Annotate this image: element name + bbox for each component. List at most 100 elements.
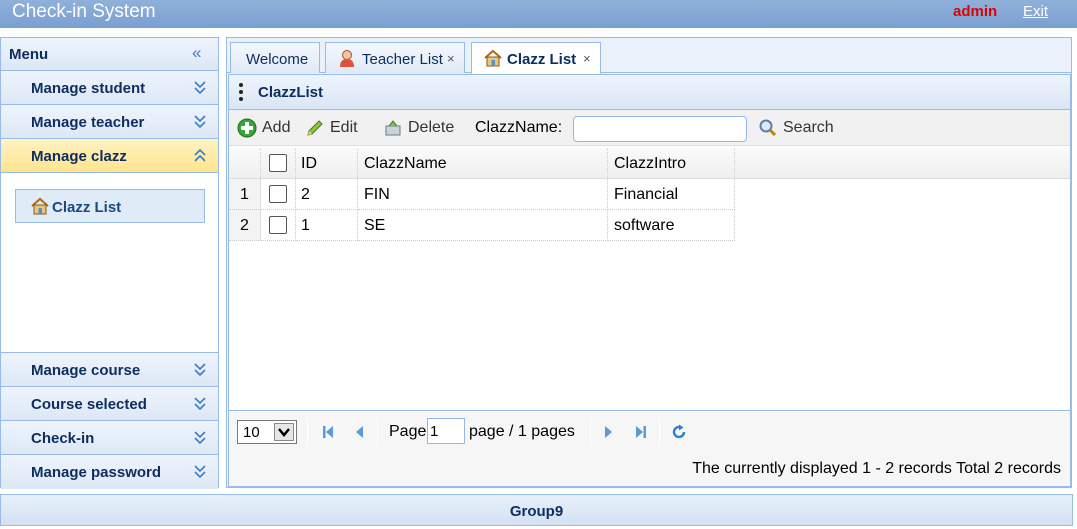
table-row[interactable]: 2 1 SE software [229, 210, 735, 241]
panel-header: ClazzList [229, 75, 1070, 110]
tab-teacher-list[interactable]: Teacher List × [325, 42, 465, 73]
sidebar-item-manage-student[interactable]: Manage student [1, 71, 218, 105]
menu-dots-icon [239, 83, 243, 103]
tab-strip: Welcome Teacher List × Clazz List × [227, 38, 1071, 74]
separator [307, 417, 308, 447]
cell-id: 1 [296, 210, 358, 241]
app-title: Check-in System [12, 1, 156, 22]
delete-label: Delete [408, 119, 455, 136]
clazzname-input[interactable] [573, 116, 747, 142]
row-checkbox[interactable] [269, 216, 287, 234]
edit-label: Edit [330, 119, 358, 136]
table-row[interactable]: 1 2 FIN Financial [229, 179, 735, 210]
current-user: admin [953, 3, 998, 20]
chevron-up-icon [194, 148, 206, 162]
row-number: 2 [229, 210, 261, 241]
pencil-icon [307, 120, 323, 136]
page-number-input[interactable] [427, 418, 465, 444]
sidebar-menu: Menu « Manage student Manage teacher Man… [0, 37, 219, 489]
edit-button[interactable]: Edit [305, 118, 358, 138]
next-page-icon[interactable] [603, 424, 615, 440]
sidebar-subitem-label: Clazz List [52, 199, 122, 216]
cell-clazzname: SE [358, 210, 608, 241]
close-icon[interactable]: × [583, 51, 591, 66]
row-checkbox[interactable] [269, 185, 287, 203]
page-size-select[interactable]: 10 [237, 420, 297, 444]
panel-title: ClazzList [258, 84, 324, 101]
clazz-table: ID ClazzName ClazzIntro 1 2 FIN Financia… [229, 148, 1070, 410]
refresh-icon[interactable] [671, 424, 687, 440]
column-header-clazzname[interactable]: ClazzName [358, 148, 608, 179]
add-icon [237, 118, 257, 138]
sidebar-item-manage-clazz[interactable]: Manage clazz [1, 139, 218, 173]
sidebar-subitem-clazz-list[interactable]: Clazz List [15, 189, 205, 223]
home-icon [484, 49, 502, 67]
sidebar-item-label: Manage course [31, 362, 141, 379]
sidebar-item-label: Manage password [31, 464, 162, 481]
sidebar-item-manage-course[interactable]: Manage course [1, 353, 218, 387]
chevron-down-icon [194, 465, 206, 479]
sidebar-item-manage-teacher[interactable]: Manage teacher [1, 105, 218, 139]
delete-button[interactable]: Delete [383, 118, 454, 138]
sidebar-item-label: Course selected [31, 396, 147, 413]
teacher-icon [340, 50, 354, 67]
tab-clazz-list[interactable]: Clazz List × [471, 42, 601, 74]
sidebar-item-label: Check-in [31, 430, 95, 447]
app-header: Check-in System admin Exit [0, 0, 1077, 28]
page-size-value: 10 [243, 424, 260, 441]
footer: Group9 [0, 494, 1073, 526]
add-button[interactable]: Add [237, 118, 290, 138]
sidebar-item-label: Manage student [31, 80, 146, 97]
row-select-cell [261, 210, 296, 241]
column-header-clazzintro[interactable]: ClazzIntro [608, 148, 735, 179]
first-page-icon[interactable] [321, 424, 335, 440]
close-icon[interactable]: × [447, 51, 455, 66]
last-page-icon[interactable] [634, 424, 648, 440]
row-select-cell [261, 179, 296, 210]
footer-text: Group9 [509, 503, 564, 520]
column-header-id[interactable]: ID [296, 148, 358, 179]
collapse-left-icon[interactable]: « [192, 43, 201, 63]
select-all-checkbox[interactable] [269, 154, 287, 172]
select-all-cell [261, 148, 296, 179]
sidebar-item-course-selected[interactable]: Course selected [1, 387, 218, 421]
page-count-text: page / 1 pages [469, 423, 575, 440]
toolbar: Add Edit Delete ClazzName: Search [229, 110, 1070, 146]
separator [377, 417, 378, 447]
table-header-filler [735, 148, 1070, 179]
sidebar-item-manage-password[interactable]: Manage password [1, 455, 218, 489]
separator [590, 417, 591, 447]
records-info: The currently displayed 1 - 2 records To… [692, 460, 1061, 477]
search-button[interactable]: Search [758, 118, 834, 138]
tab-label: Welcome [246, 51, 309, 68]
tab-label: Clazz List [507, 51, 577, 68]
sidebar-item-check-in[interactable]: Check-in [1, 421, 218, 455]
tab-content: ClazzList Add Edit Delete ClazzName: Sea… [228, 74, 1071, 487]
tab-label: Teacher List [362, 51, 443, 68]
menu-header: Menu « [1, 38, 218, 71]
cell-clazzintro: software [608, 210, 735, 241]
cell-clazzintro: Financial [608, 179, 735, 210]
previous-page-icon[interactable] [353, 424, 365, 440]
chevron-down-icon [194, 363, 206, 377]
chevron-down-icon [278, 428, 290, 437]
pagination-bar: 10 Page page / 1 pages [229, 410, 1070, 486]
search-icon [759, 119, 777, 137]
menu-title: Menu [9, 46, 49, 63]
cell-id: 2 [296, 179, 358, 210]
table-header-row: ID ClazzName ClazzIntro [229, 148, 735, 179]
exit-link[interactable]: Exit [1023, 3, 1048, 20]
sidebar-item-label: Manage clazz [31, 148, 127, 165]
chevron-down-icon [194, 115, 206, 129]
sidebar-item-label: Manage teacher [31, 114, 145, 131]
tab-welcome[interactable]: Welcome [230, 42, 320, 73]
row-number-header [229, 148, 261, 179]
delete-icon [385, 120, 401, 136]
dropdown-arrow [274, 423, 294, 441]
main-panel: Welcome Teacher List × Clazz List × Claz… [226, 37, 1072, 488]
separator [659, 417, 660, 447]
chevron-down-icon [194, 397, 206, 411]
chevron-down-icon [194, 81, 206, 95]
clazzname-label: ClazzName: [475, 119, 563, 136]
cell-clazzname: FIN [358, 179, 608, 210]
